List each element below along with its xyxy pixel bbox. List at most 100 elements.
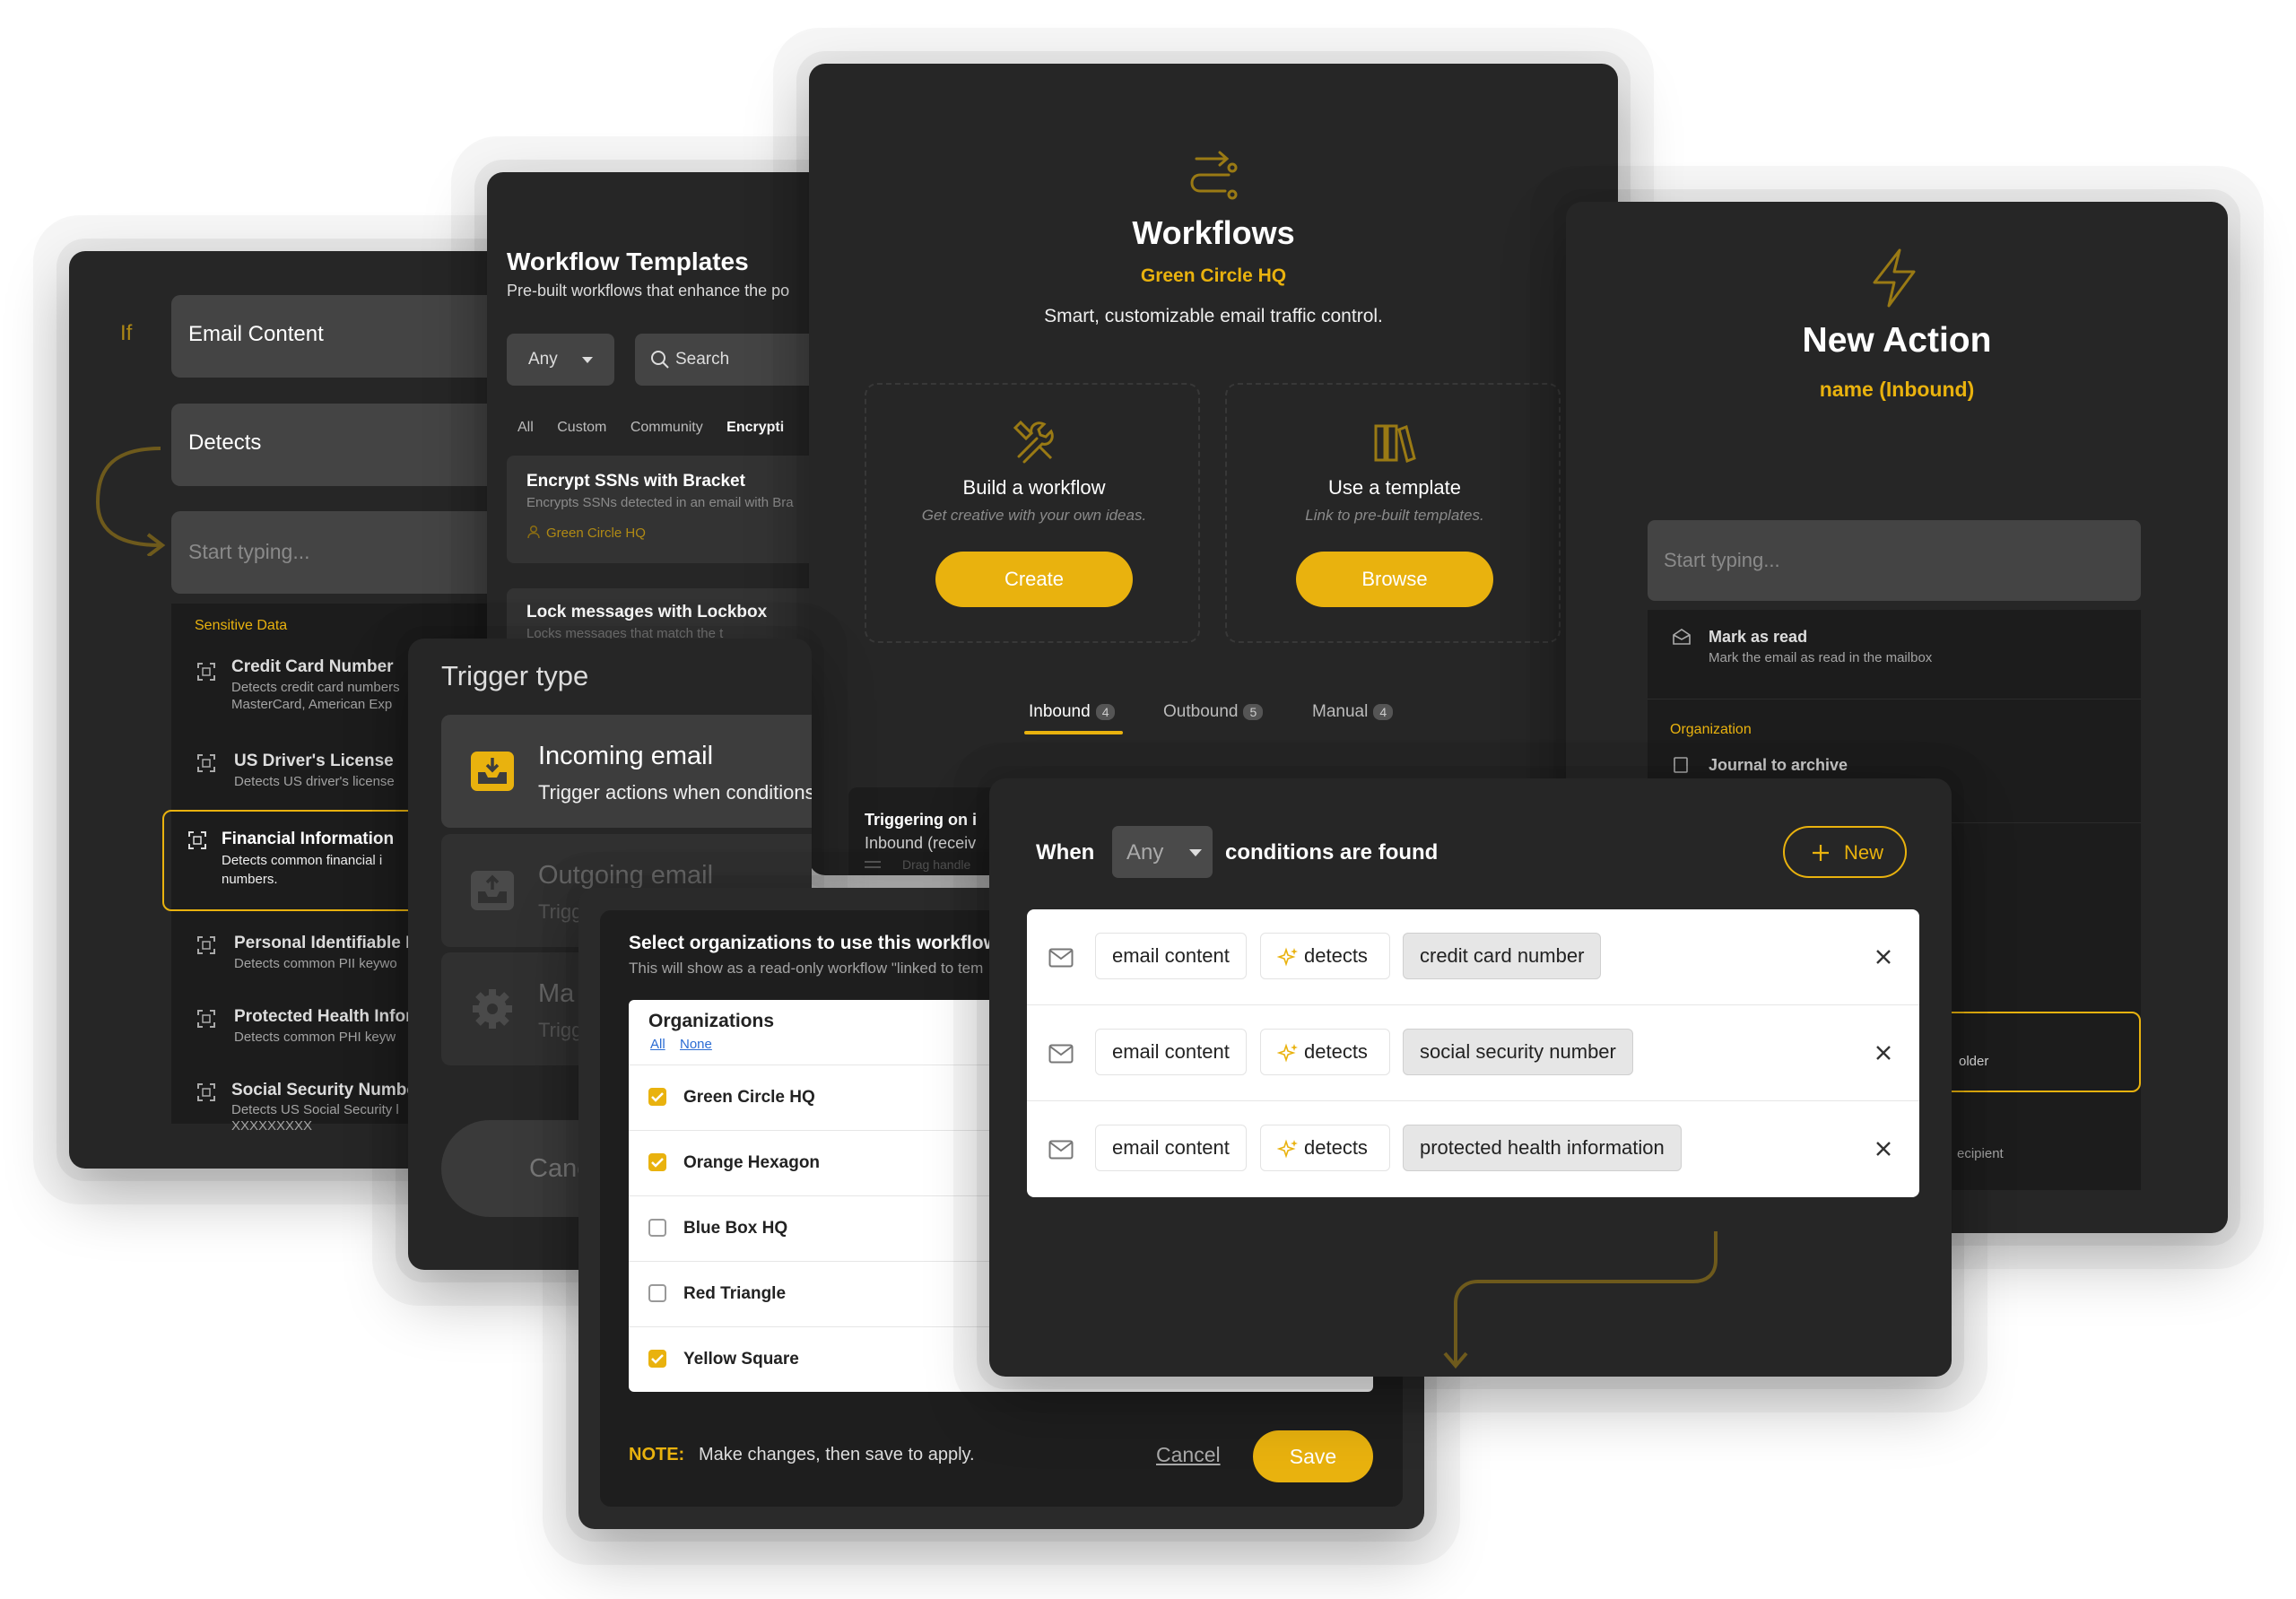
tab-inbound[interactable]: Inbound 4 bbox=[1029, 702, 1116, 722]
chevron-down-icon bbox=[1189, 849, 1202, 856]
org-name: Blue Box HQ bbox=[683, 1219, 788, 1238]
tab-manual-label: Manual bbox=[1312, 702, 1369, 721]
workflows-title: Workflows bbox=[1132, 214, 1295, 251]
condition-operator-chip[interactable]: detects bbox=[1260, 933, 1390, 979]
templates-search-input[interactable]: Search bbox=[635, 334, 814, 386]
condition-field-chip[interactable]: email content bbox=[1095, 1125, 1247, 1171]
template-card-title: Encrypt SSNs with Bracket bbox=[526, 472, 745, 491]
trigger-option-desc: Trigger actions when conditions bbox=[538, 781, 812, 804]
condition-field-chip[interactable]: email content bbox=[1095, 1029, 1247, 1075]
list-item-title: Protected Health Infor bbox=[234, 1007, 413, 1026]
field-detects-label: Detects bbox=[188, 430, 262, 455]
list-item-desc: Detects credit card numbers bbox=[231, 680, 400, 695]
browse-button[interactable]: Browse bbox=[1296, 552, 1493, 607]
orgs-cancel-link[interactable]: Cancel bbox=[1156, 1443, 1221, 1467]
close-icon[interactable] bbox=[1875, 949, 1892, 965]
orgs-save-button[interactable]: Save bbox=[1253, 1430, 1373, 1482]
checkbox-checked[interactable] bbox=[648, 1088, 666, 1106]
drag-handle-icon[interactable] bbox=[865, 861, 881, 868]
template-card[interactable]: Encrypt SSNs with Bracket Encrypts SSNs … bbox=[507, 456, 846, 563]
tab-community[interactable]: Community bbox=[631, 420, 703, 435]
tab-all[interactable]: All bbox=[517, 420, 534, 435]
close-icon[interactable] bbox=[1875, 1141, 1892, 1157]
trigger-type-title: Trigger type bbox=[441, 660, 589, 691]
tab-manual[interactable]: Manual 4 bbox=[1312, 702, 1394, 722]
new-condition-button[interactable]: New bbox=[1783, 826, 1907, 878]
condition-value-chip[interactable]: social security number bbox=[1403, 1029, 1633, 1075]
condition-search-input[interactable]: Start typing... bbox=[171, 511, 535, 594]
tab-custom[interactable]: Custom bbox=[557, 420, 606, 435]
trigger-option-incoming[interactable]: Incoming email Trigger actions when cond… bbox=[441, 715, 812, 828]
field-email-content[interactable]: Email Content bbox=[171, 295, 535, 378]
list-item-desc: Detects US Social Security l bbox=[231, 1102, 399, 1117]
field-detects[interactable]: Detects bbox=[171, 404, 535, 486]
inbox-upload-icon bbox=[470, 870, 515, 911]
condition-value-chip[interactable]: credit card number bbox=[1403, 933, 1602, 979]
inbox-download-icon bbox=[470, 751, 515, 792]
action-item-desc: Mark the email as read in the mailbox bbox=[1709, 650, 1933, 665]
select-none-link[interactable]: None bbox=[680, 1037, 712, 1052]
action-item-mark-read[interactable]: Mark as read Mark the email as read in t… bbox=[1648, 610, 2141, 700]
checkbox-unchecked[interactable] bbox=[648, 1219, 666, 1237]
search-icon bbox=[650, 350, 670, 369]
filter-value: Any bbox=[528, 350, 558, 369]
list-item-title: Financial Information bbox=[222, 830, 395, 848]
note-text: Make changes, then save to apply. bbox=[699, 1445, 975, 1464]
plus-icon bbox=[1812, 844, 1830, 862]
new-action-title: New Action bbox=[1802, 321, 1992, 360]
trigger-option-desc: Trigg bbox=[538, 1019, 583, 1041]
condition-operator-chip[interactable]: detects bbox=[1260, 1029, 1390, 1075]
condition-row: email content detects social security nu… bbox=[1027, 1005, 1919, 1101]
build-workflow-title: Build a workflow bbox=[962, 476, 1106, 499]
field-email-content-label: Email Content bbox=[188, 322, 324, 346]
list-item-title: US Driver's License bbox=[234, 752, 394, 770]
checkbox-checked[interactable] bbox=[648, 1350, 666, 1368]
chevron-down-icon bbox=[582, 357, 593, 363]
scan-icon bbox=[197, 1010, 215, 1028]
checkbox-unchecked[interactable] bbox=[648, 1284, 666, 1302]
conditions-list: email content detects credit card number… bbox=[1027, 909, 1919, 1197]
checkbox-checked[interactable] bbox=[648, 1153, 666, 1171]
action-search-input[interactable]: Start typing... bbox=[1648, 520, 2141, 601]
list-item-desc-2: MasterCard, American Exp bbox=[231, 697, 393, 712]
action-item-fragment: ecipient bbox=[1957, 1146, 2004, 1161]
close-icon[interactable] bbox=[1875, 1045, 1892, 1061]
templates-panel: Workflow Templates Pre-built workflows t… bbox=[487, 172, 846, 674]
templates-title: Workflow Templates bbox=[507, 248, 749, 275]
flow-connector-arrow bbox=[1443, 1231, 1718, 1369]
create-button[interactable]: Create bbox=[935, 552, 1133, 607]
lightning-icon bbox=[1867, 247, 1921, 309]
list-item-desc: Detects common PHI keyw bbox=[234, 1030, 396, 1045]
select-orgs-heading: Select organizations to use this workflo… bbox=[629, 933, 1010, 953]
workflows-tagline: Smart, customizable email traffic contro… bbox=[1044, 306, 1383, 326]
templates-subtitle: Pre-built workflows that enhance the po bbox=[507, 282, 790, 300]
action-search-placeholder: Start typing... bbox=[1664, 549, 1780, 571]
scan-icon bbox=[197, 1083, 215, 1101]
templates-filter-select[interactable]: Any bbox=[507, 334, 614, 386]
list-item-desc-2: XXXXXXXXX bbox=[231, 1118, 313, 1134]
list-item-desc-2: numbers. bbox=[222, 872, 278, 887]
action-item-title: Mark as read bbox=[1709, 628, 1808, 646]
sensitive-data-group-label: Sensitive Data bbox=[195, 618, 288, 633]
condition-field-chip[interactable]: email content bbox=[1095, 933, 1247, 979]
match-select-value: Any bbox=[1126, 840, 1164, 865]
condition-operator-chip[interactable]: detects bbox=[1260, 1125, 1390, 1171]
select-all-link[interactable]: All bbox=[650, 1037, 665, 1052]
note-label: NOTE: bbox=[629, 1445, 685, 1464]
org-name: Red Triangle bbox=[683, 1284, 787, 1303]
trigger-option-desc: Trigg bbox=[538, 900, 583, 923]
condition-value-chip[interactable]: protected health information bbox=[1403, 1125, 1682, 1171]
when-label: When bbox=[1036, 840, 1095, 865]
use-template-desc: Link to pre-built templates. bbox=[1305, 507, 1484, 524]
list-item-title: Social Security Number bbox=[231, 1081, 423, 1099]
match-select[interactable]: Any bbox=[1112, 826, 1213, 878]
envelope-open-icon bbox=[1673, 629, 1691, 645]
trigger-option-title: Outgoing email bbox=[538, 861, 714, 890]
tab-manual-count: 4 bbox=[1373, 704, 1394, 720]
sparkle-icon bbox=[1277, 1138, 1299, 1160]
tab-outbound[interactable]: Outbound 5 bbox=[1163, 702, 1264, 722]
tab-encryption[interactable]: Encrypti bbox=[726, 420, 784, 435]
template-card-org: Green Circle HQ bbox=[546, 526, 646, 541]
build-workflow-card: Build a workflow Get creative with your … bbox=[865, 383, 1200, 643]
template-card-title: Lock messages with Lockbox bbox=[526, 603, 768, 621]
